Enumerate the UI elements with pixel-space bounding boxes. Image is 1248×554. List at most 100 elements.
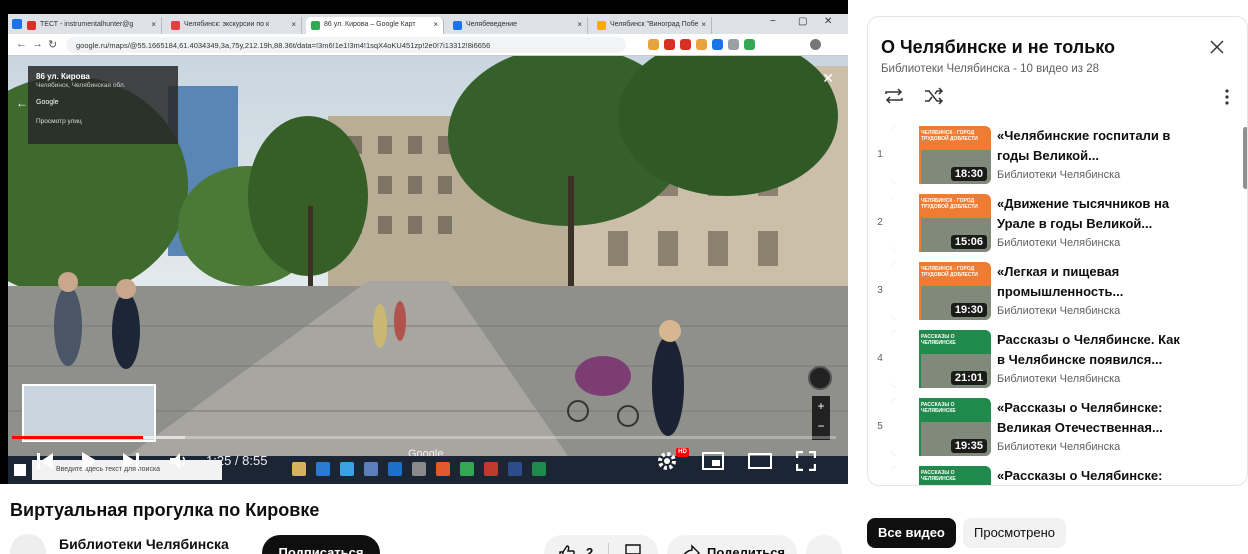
like-dislike-button[interactable]: 2: [544, 535, 658, 554]
thumbnail-heading: ЧЕЛЯБИНСК - ГОРОД ТРУДОВОЙ ДОБЛЕСТИ: [921, 198, 978, 210]
extension-icon: [728, 39, 739, 50]
playlist-title[interactable]: О Челябинске и не только: [881, 37, 1115, 58]
playlist-item[interactable]: 3 ЧЕЛЯБИНСК - ГОРОД ТРУДОВОЙ ДОБЛЕСТИ 19:3…: [868, 258, 1247, 325]
thumbs-up-icon[interactable]: [558, 544, 576, 554]
captured-tab: Челябинск: экскурсии по к ×: [166, 17, 302, 34]
share-button[interactable]: Поделиться: [667, 535, 797, 554]
previous-icon[interactable]: [36, 451, 54, 476]
next-icon[interactable]: [122, 451, 140, 476]
chip-all-videos[interactable]: Все видео: [867, 518, 956, 548]
volume-icon[interactable]: [168, 452, 190, 475]
youtube-watch-page: ТЕСТ - instrumentalhunter@g × Челябинск: э…: [0, 0, 1248, 554]
more-options-icon[interactable]: [1225, 89, 1229, 110]
thumbs-down-icon[interactable]: [624, 543, 642, 554]
thumbnail-text-panel: [891, 466, 919, 485]
playlist-item-thumbnail[interactable]: ЧЕЛЯБИНСК - ГОРОД ТРУДОВОЙ ДОБЛЕСТИ 19:30: [891, 262, 991, 320]
duration-badge: 15:06: [950, 235, 987, 249]
playlist-item-title-line: «Легкая и пищевая: [997, 264, 1120, 279]
share-arrow-icon: [681, 544, 701, 554]
loop-icon[interactable]: [883, 87, 905, 110]
tab-close-icon: ×: [291, 20, 296, 29]
playlist-scrollbar[interactable]: [1243, 127, 1247, 189]
playlist-subtitle: Библиотеки Челябинска - 10 видео из 28: [881, 63, 1100, 75]
thumbnail-text-panel: [891, 194, 919, 252]
playlist-header: О Челябинске и не только Библиотеки Челя…: [868, 17, 1247, 122]
shuffle-icon[interactable]: [923, 87, 945, 110]
more-actions-button[interactable]: ...: [806, 535, 842, 554]
playlist-item-index: 4: [877, 353, 883, 364]
playlist-item-title[interactable]: «Легкая и пищевая промышленность...: [997, 262, 1227, 302]
captured-tab-label: ТЕСТ - instrumentalhunter@g: [40, 21, 134, 28]
video-title: Виртуальная прогулка по Кировке: [10, 500, 320, 520]
thumbnail-text-panel: [891, 262, 919, 320]
playlist-item-title-line: промышленность...: [997, 284, 1124, 299]
compass-icon: [808, 366, 832, 390]
playlist-item-title[interactable]: «Движение тысячников на Урале в годы Вели…: [997, 194, 1227, 234]
subscribe-button[interactable]: Подписаться: [262, 535, 380, 554]
playlist-item[interactable]: 4 РАССКАЗЫ О ЧЕЛЯБИНСКЕ 21:01 Рассказы о Че…: [868, 326, 1247, 393]
street-view-info-card: 86 ул. Кирова Челябинск, Челябинская обл…: [28, 66, 178, 144]
playlist-item-thumbnail[interactable]: РАССКАЗЫ О ЧЕЛЯБИНСКЕ 19:35: [891, 398, 991, 456]
captured-address-bar: ← → ↻ google.ru/maps/@55.1665184,61.4034…: [8, 34, 848, 56]
playlist-item-title[interactable]: «Челябинские госпитали в годы Великой...: [997, 126, 1227, 166]
playlist-item-thumbnail[interactable]: ЧЕЛЯБИНСК - ГОРОД ТРУДОВОЙ ДОБЛЕСТИ 18:30: [891, 126, 991, 184]
duration-badge: 19:30: [950, 303, 987, 317]
reload-icon: ↻: [48, 39, 58, 51]
thumbnail-heading: РАССКАЗЫ О ЧЕЛЯБИНСКЕ: [921, 402, 956, 414]
playlist-item-index: 5: [877, 421, 883, 432]
extension-icon: [680, 39, 691, 50]
theater-mode-icon[interactable]: [748, 453, 772, 474]
share-label: Поделиться: [707, 545, 786, 554]
tab-favicon-icon: [171, 21, 180, 30]
miniplayer-icon[interactable]: [702, 452, 724, 475]
thumbnail-text-panel: [891, 398, 919, 456]
playlist-item[interactable]: 1 ЧЕЛЯБИНСК - ГОРОД ТРУДОВОЙ ДОБЛЕСТИ 18:3…: [868, 122, 1247, 189]
video-progress-bar[interactable]: [12, 436, 836, 439]
duration-badge: 21:01: [950, 371, 987, 385]
playlist-item-index: 3: [877, 285, 883, 296]
close-icon[interactable]: [1209, 39, 1225, 60]
playlist-item[interactable]: 5 РАССКАЗЫ О ЧЕЛЯБИНСКЕ 19:35 «Рассказы о Ч…: [868, 394, 1247, 461]
channel-avatar[interactable]: [10, 534, 46, 554]
playlist-item-index: 2: [877, 217, 883, 228]
captured-url: google.ru/maps/@55.1665184,61.4034349,3a…: [66, 37, 626, 53]
tab-favicon-icon: [311, 21, 320, 30]
fullscreen-icon[interactable]: [795, 450, 817, 476]
tab-close-icon: ×: [151, 20, 156, 29]
playlist-item-title[interactable]: Рассказы о Челябинске. Как в Челябинске п…: [997, 330, 1227, 370]
playlist-item-title[interactable]: «Рассказы о Челябинске:: [997, 466, 1227, 485]
video-player[interactable]: ТЕСТ - instrumentalhunter@g × Челябинск: э…: [0, 0, 848, 484]
extension-icon: [744, 39, 755, 50]
playlist-item-index: 1: [877, 149, 883, 160]
playlist-item[interactable]: 2 ЧЕЛЯБИНСК - ГОРОД ТРУДОВОЙ ДОБЛЕСТИ 15:0…: [868, 190, 1247, 257]
extension-icon: [712, 39, 723, 50]
playlist-item-title-line: «Рассказы о Челябинске:: [997, 400, 1163, 415]
thumbnail-heading: РАССКАЗЫ О ЧЕЛЯБИНСКЕ: [921, 470, 956, 482]
street-view-address: 86 ул. Кирова: [36, 72, 90, 81]
playlist-item-title-line: «Челябинские госпитали в: [997, 128, 1171, 143]
playlist-item-thumbnail[interactable]: ЧЕЛЯБИНСК - ГОРОД ТРУДОВОЙ ДОБЛЕСТИ 15:06: [891, 194, 991, 252]
tab-favicon-icon: [453, 21, 462, 30]
street-view-close-icon: ✕: [822, 70, 834, 86]
tab-close-icon: ×: [701, 20, 706, 29]
back-arrow-icon: ←: [16, 38, 27, 50]
playlist-item-channel: Библиотеки Челябинска: [997, 373, 1121, 385]
settings-gear-icon[interactable]: [656, 450, 678, 477]
playlist-item-thumbnail[interactable]: РАССКАЗЫ О ЧЕЛЯБИНСКЕ: [891, 466, 991, 485]
playlist-item-thumbnail[interactable]: РАССКАЗЫ О ЧЕЛЯБИНСКЕ 21:01: [891, 330, 991, 388]
playlist-item[interactable]: РАССКАЗЫ О ЧЕЛЯБИНСКЕ «Рассказы о Челябин…: [868, 462, 1247, 485]
captured-tab-label: Челябинск: экскурсии по к: [184, 21, 270, 28]
playlist-item-title-line: в Челябинске появился...: [997, 352, 1163, 367]
captured-tab: ТЕСТ - instrumentalhunter@g ×: [22, 17, 162, 34]
like-count: 2: [586, 545, 594, 554]
tab-close-icon: ×: [433, 20, 438, 29]
tab-favicon-icon: [597, 21, 606, 30]
play-icon[interactable]: [80, 451, 98, 476]
playlist-item-channel: Библиотеки Челябинска: [997, 169, 1121, 181]
channel-name[interactable]: Библиотеки Челябинска: [59, 536, 229, 552]
tab-favicon-icon: [27, 21, 36, 30]
playlist-item-title-line: Великая Отечественная...: [997, 420, 1163, 435]
playlist-item-title[interactable]: «Рассказы о Челябинске: Великая Отечестве…: [997, 398, 1227, 438]
chip-watched[interactable]: Просмотрено: [963, 518, 1067, 548]
video-progress-played: [12, 436, 144, 439]
